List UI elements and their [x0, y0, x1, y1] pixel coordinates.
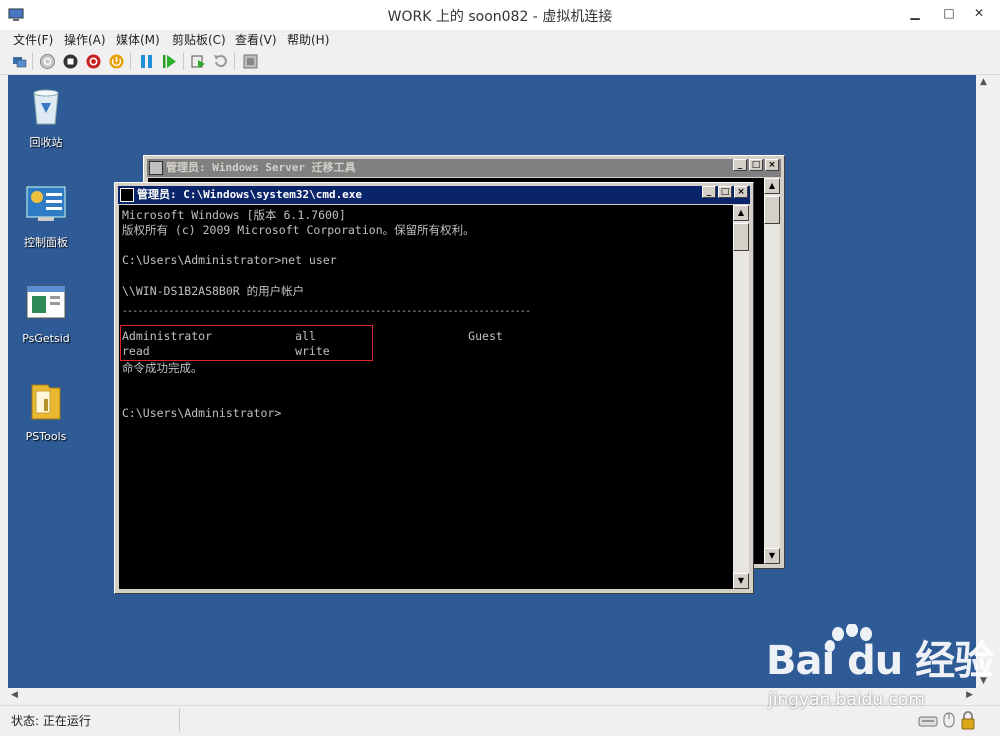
window-icon — [149, 161, 163, 175]
turn-off-icon[interactable] — [62, 53, 79, 70]
cmd-scrollbar[interactable]: ▲ ▼ — [733, 205, 749, 589]
status-divider — [179, 709, 180, 731]
vm-display[interactable]: 回收站 控制面板 PsGetsid PSTools 管理员: Windows S… — [8, 75, 976, 688]
maximize-button[interactable]: □ — [749, 159, 763, 171]
scroll-down-arrow[interactable]: ▼ — [733, 573, 749, 589]
scroll-thumb[interactable] — [733, 223, 749, 251]
lock-icon — [961, 711, 975, 730]
keyboard-icon — [918, 716, 938, 727]
desktop-icon-recycle-bin[interactable]: 回收站 — [10, 83, 82, 150]
minimize-button[interactable]: _ — [702, 186, 716, 198]
revert-icon[interactable] — [212, 53, 229, 70]
window-title: WORK 上的 soon082 - 虚拟机连接 — [387, 9, 613, 25]
menu-file[interactable]: 文件(F) — [13, 31, 53, 48]
console-prompt: C:\Users\Administrator> — [122, 406, 282, 420]
maximize-button[interactable]: □ — [932, 0, 966, 26]
application-icon — [26, 285, 66, 319]
menu-help[interactable]: 帮助(H) — [287, 31, 329, 48]
menu-action[interactable]: 操作(A) — [64, 31, 106, 48]
control-panel-icon — [26, 186, 66, 221]
start-icon[interactable] — [39, 53, 56, 70]
toolbar-separator — [183, 53, 184, 70]
toolbar-separator — [130, 53, 131, 70]
desktop-icon-pstools[interactable]: PSTools — [10, 379, 82, 443]
close-button[interactable]: ✕ — [962, 0, 996, 26]
console-line: 版权所有 (c) 2009 Microsoft Corporation。保留所有… — [122, 223, 475, 237]
highlight-annotation-box — [120, 325, 373, 361]
minimize-button[interactable]: ▁ — [898, 0, 932, 26]
desktop-icon-label: PSTools — [25, 430, 67, 443]
ctrl-alt-del-icon[interactable] — [11, 53, 28, 70]
scroll-down-arrow[interactable]: ▼ — [764, 548, 780, 564]
scroll-up-arrow[interactable]: ▲ — [980, 77, 987, 87]
console-separator-line: ----------------------------------------… — [122, 306, 531, 317]
migration-tool-title-bar: 管理员: Windows Server 迁移工具 — [147, 159, 781, 177]
scroll-left-arrow[interactable]: ◀ — [11, 690, 18, 700]
toolbar — [0, 48, 1000, 75]
toolbar-separator — [234, 53, 235, 70]
save-icon[interactable] — [108, 53, 125, 70]
desktop-icon-control-panel[interactable]: 控制面板 — [10, 183, 82, 250]
desktop-icon-label: 回收站 — [29, 136, 63, 149]
enhanced-session-icon[interactable] — [242, 53, 259, 70]
recycle-bin-icon — [33, 89, 59, 125]
console-line: C:\Users\Administrator>net user — [122, 253, 337, 267]
reset-icon[interactable] — [161, 53, 178, 70]
close-button[interactable]: × — [765, 159, 779, 171]
menu-view[interactable]: 查看(V) — [235, 31, 277, 48]
desktop-icon-label: PsGetsid — [22, 332, 70, 345]
console-line: \\WIN-DS1B2AS8B0R 的用户帐户 — [122, 284, 305, 298]
close-button[interactable]: × — [734, 186, 748, 198]
folder-icon — [31, 384, 61, 420]
title-bar: WORK 上的 soon082 - 虚拟机连接 ▁ □ ✕ — [0, 0, 1000, 30]
watermark-url: jingyan.baidu.com — [768, 690, 925, 710]
cmd-window[interactable]: 管理员: C:\Windows\system32\cmd.exe _ □ × M… — [114, 182, 754, 594]
console-line: Microsoft Windows [版本 6.1.7600] — [122, 208, 346, 222]
menu-bar: 文件(F) 操作(A) 媒体(M) 剪贴板(C) 查看(V) 帮助(H) — [0, 30, 1000, 48]
paw-logo-icon — [825, 624, 872, 652]
scroll-right-arrow[interactable]: ▶ — [966, 690, 973, 700]
desktop-icon-psgetsid[interactable]: PsGetsid — [10, 281, 82, 345]
status-text: 状态: 正在运行 — [11, 714, 91, 728]
scroll-up-arrow[interactable]: ▲ — [733, 205, 749, 221]
toolbar-separator — [32, 53, 33, 70]
minimize-button[interactable]: _ — [733, 159, 747, 171]
shutdown-icon[interactable] — [85, 53, 102, 70]
menu-clipboard[interactable]: 剪贴板(C) — [172, 31, 226, 48]
vertical-scrollbar[interactable]: ▲ ▼ — [976, 75, 992, 688]
cmd-icon — [120, 188, 134, 202]
migration-tool-title: 管理员: Windows Server 迁移工具 — [166, 161, 356, 174]
scroll-thumb[interactable] — [764, 196, 780, 224]
cmd-title-bar: 管理员: C:\Windows\system32\cmd.exe — [118, 186, 750, 204]
snapshot-icon[interactable] — [190, 53, 207, 70]
menu-media[interactable]: 媒体(M) — [116, 31, 160, 48]
cmd-console[interactable]: Microsoft Windows [版本 6.1.7600] 版权所有 (c)… — [119, 205, 733, 589]
pause-icon[interactable] — [138, 53, 155, 70]
migration-tool-scrollbar[interactable]: ▲ ▼ — [764, 178, 780, 564]
console-line: 命令成功完成。 — [122, 361, 203, 375]
baidu-watermark: Bai du 经验 — [766, 624, 994, 686]
maximize-button[interactable]: □ — [718, 186, 732, 198]
mouse-icon — [943, 712, 955, 728]
cmd-title: 管理员: C:\Windows\system32\cmd.exe — [137, 188, 363, 201]
scroll-up-arrow[interactable]: ▲ — [764, 178, 780, 194]
desktop-icon-label: 控制面板 — [24, 236, 68, 249]
